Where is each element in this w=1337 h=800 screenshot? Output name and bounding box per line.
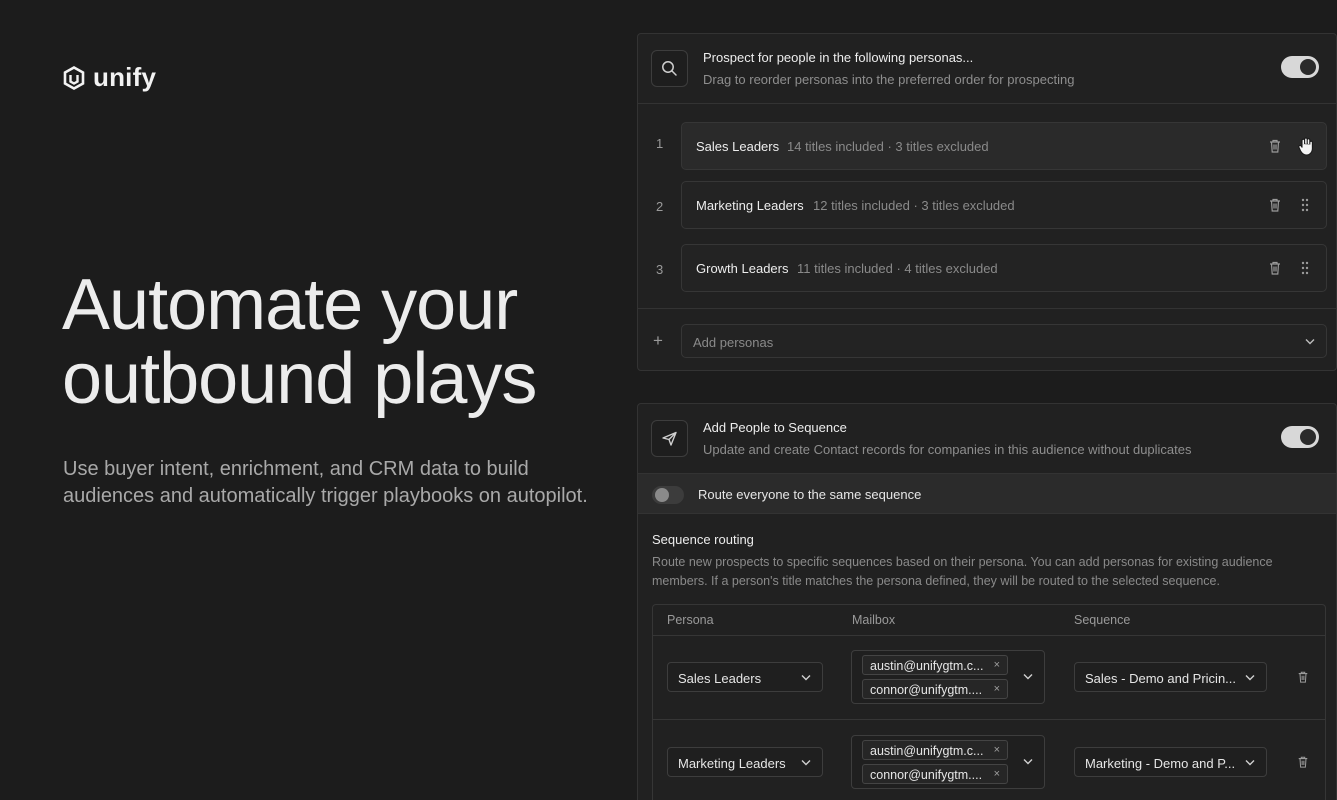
brand-name: unify [93,62,157,92]
mailbox-multiselect[interactable]: austin@unifygtm.c... × connor@unifygtm..… [851,650,1045,704]
trash-icon[interactable] [1268,197,1282,213]
add-personas-row: + Add personas [638,308,1336,370]
prospect-card-header: Prospect for people in the following per… [638,34,1336,104]
mailbox-chip: connor@unifygtm.... × [862,764,1008,784]
remove-chip-icon[interactable]: × [994,659,1000,671]
grab-cursor-icon[interactable] [1296,135,1316,157]
add-to-sequence-card: Add People to Sequence Update and create… [637,403,1337,800]
trash-icon[interactable] [1268,138,1282,154]
mailbox-chip-label: connor@unifygtm.... [870,768,983,782]
route-everyone-toggle[interactable] [652,486,684,504]
sequence-card-header: Add People to Sequence Update and create… [638,404,1336,474]
prospect-enable-toggle[interactable] [1281,56,1319,78]
hero-title-line1: Automate your [62,265,518,345]
column-header-mailbox: Mailbox [852,613,896,627]
chevron-down-icon [801,760,811,766]
persona-select-value: Marketing Leaders [678,756,786,771]
persona-name: Sales Leaders [696,139,780,154]
persona-item-sales-leaders[interactable]: Sales Leaders 14 titles included · 3 tit… [681,122,1327,170]
prospect-card-title: Prospect for people in the following per… [703,50,974,65]
search-icon [662,61,677,76]
drag-handle-icon[interactable] [1300,261,1310,275]
table-row: Marketing Leaders austin@unifygtm.c... ×… [653,719,1325,800]
sequence-card-subtitle: Update and create Contact records for co… [703,442,1192,457]
persona-name: Growth Leaders [696,261,789,276]
trash-icon[interactable] [1297,670,1309,684]
send-icon-button [651,420,688,457]
hero-subtitle: Use buyer intent, enrichment, and CRM da… [63,458,588,507]
mailbox-chip-label: austin@unifygtm.c... [870,659,984,673]
sequence-routing-title: Sequence routing [652,532,754,547]
persona-item-growth-leaders[interactable]: Growth Leaders 11 titles included · 4 ti… [681,244,1327,292]
persona-row: 1 Sales Leaders 14 titles included · 3 t… [638,122,1336,172]
chevron-down-icon [1305,339,1315,345]
route-everyone-label: Route everyone to the same sequence [698,487,922,502]
add-personas-select[interactable]: Add personas [681,324,1327,358]
sequence-select-value: Marketing - Demo and P... [1085,756,1235,771]
mailbox-chip: connor@unifygtm.... × [862,679,1008,699]
hero-title: Automate your outbound plays [62,268,622,416]
trash-icon[interactable] [1297,755,1309,769]
persona-title-counts: 12 titles included · 3 titles excluded [813,198,1015,213]
chevron-down-icon [1245,760,1255,766]
persona-order-number: 2 [656,199,664,214]
plus-icon[interactable]: + [653,331,663,351]
mailbox-chip: austin@unifygtm.c... × [862,740,1008,760]
persona-order-number: 3 [656,262,664,277]
mailbox-multiselect[interactable]: austin@unifygtm.c... × connor@unifygtm..… [851,735,1045,789]
prospect-personas-card: Prospect for people in the following per… [637,33,1337,371]
send-icon [662,431,677,446]
hero-title-line2: outbound plays [62,339,537,419]
sequence-enable-toggle[interactable] [1281,426,1319,448]
route-everyone-bar: Route everyone to the same sequence [638,474,1336,514]
brand-logo: unify [63,62,156,93]
sequence-routing-table: Persona Mailbox Sequence Sales Leaders a… [652,604,1326,800]
remove-chip-icon[interactable]: × [994,683,1000,695]
persona-item-marketing-leaders[interactable]: Marketing Leaders 12 titles included · 3… [681,181,1327,229]
trash-icon[interactable] [1268,260,1282,276]
remove-chip-icon[interactable]: × [994,744,1000,756]
persona-row: 3 Growth Leaders 11 titles included · 4 … [638,244,1336,294]
persona-title-counts: 14 titles included · 3 titles excluded [787,139,989,154]
drag-handle-icon[interactable] [1300,198,1310,212]
chevron-down-icon [1023,674,1033,680]
logo-icon [63,65,85,90]
prospect-card-subtitle: Drag to reorder personas into the prefer… [703,72,1075,87]
persona-row: 2 Marketing Leaders 12 titles included ·… [638,181,1336,231]
chevron-down-icon [801,675,811,681]
sequence-select[interactable]: Marketing - Demo and P... [1074,747,1267,777]
column-header-sequence: Sequence [1074,613,1131,627]
persona-select-value: Sales Leaders [678,671,762,686]
chevron-down-icon [1023,759,1033,765]
persona-select[interactable]: Marketing Leaders [667,747,823,777]
column-header-persona: Persona [667,613,714,627]
persona-name: Marketing Leaders [696,198,804,213]
search-icon-button [651,50,688,87]
persona-order-number: 1 [656,136,664,151]
sequence-select-value: Sales - Demo and Pricin... [1085,671,1235,686]
chevron-down-icon [1245,675,1255,681]
table-row: Sales Leaders austin@unifygtm.c... × con… [653,635,1325,719]
mailbox-chip: austin@unifygtm.c... × [862,655,1008,675]
persona-title-counts: 11 titles included · 4 titles excluded [797,261,998,276]
mailbox-chip-label: austin@unifygtm.c... [870,744,984,758]
remove-chip-icon[interactable]: × [994,768,1000,780]
sequence-routing-description: Route new prospects to specific sequence… [652,555,1273,588]
sequence-select[interactable]: Sales - Demo and Pricin... [1074,662,1267,692]
sequence-card-title: Add People to Sequence [703,420,847,435]
mailbox-chip-label: connor@unifygtm.... [870,683,983,697]
persona-select[interactable]: Sales Leaders [667,662,823,692]
add-personas-placeholder: Add personas [693,335,774,350]
